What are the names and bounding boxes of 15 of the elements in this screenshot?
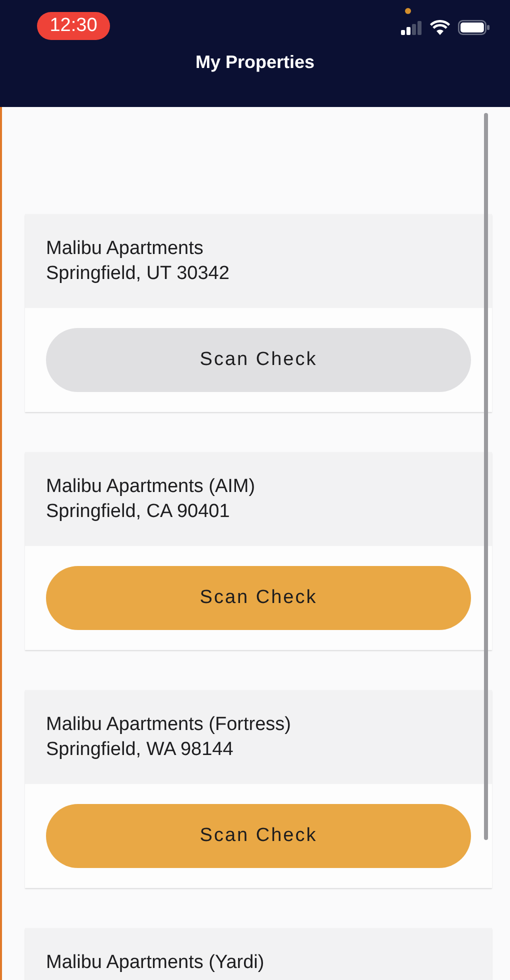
property-name: Malibu Apartments (AIM) — [46, 475, 256, 499]
status-time: 12:30 — [37, 12, 110, 40]
property-name: Malibu Apartments (Fortress) — [46, 713, 291, 737]
property-address: Springfield, CA 90401 — [46, 500, 230, 524]
battery-icon — [458, 20, 490, 35]
property-address: Springfield, UT 30342 — [46, 262, 230, 286]
property-name: Malibu Apartments — [46, 237, 204, 261]
property-name: Malibu Apartments (Yardi) — [46, 951, 264, 975]
scan-check-button[interactable]: Scan Check — [46, 804, 471, 868]
scan-check-button[interactable]: Scan Check — [46, 566, 471, 630]
privacy-indicator-icon — [405, 8, 411, 14]
signal-icon — [401, 20, 422, 34]
property-address: Springfield, WA 98144 — [46, 738, 234, 762]
wifi-icon — [430, 20, 450, 35]
screen-title: My Properties — [195, 52, 315, 73]
